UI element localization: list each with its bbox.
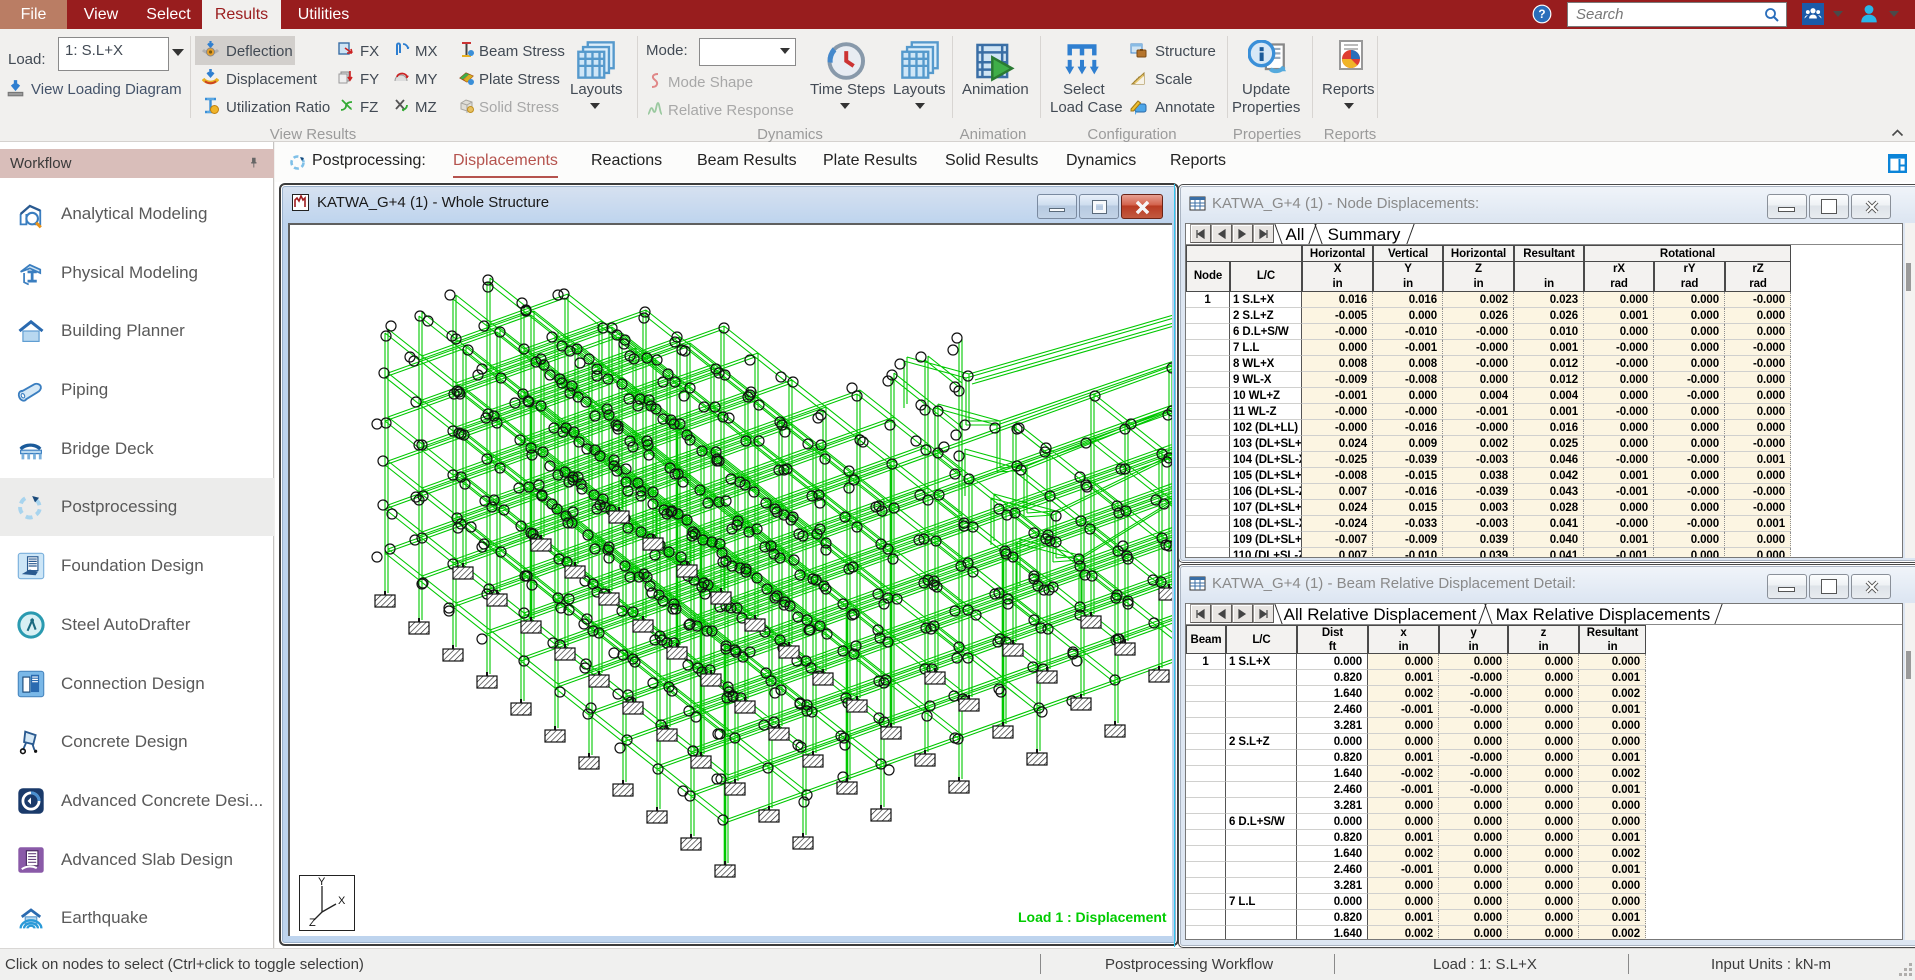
svg-text:Y: Y xyxy=(318,876,326,888)
svg-text:Z: Z xyxy=(309,917,316,929)
svg-text:X: X xyxy=(338,895,346,907)
svg-text:?: ? xyxy=(1538,8,1545,21)
